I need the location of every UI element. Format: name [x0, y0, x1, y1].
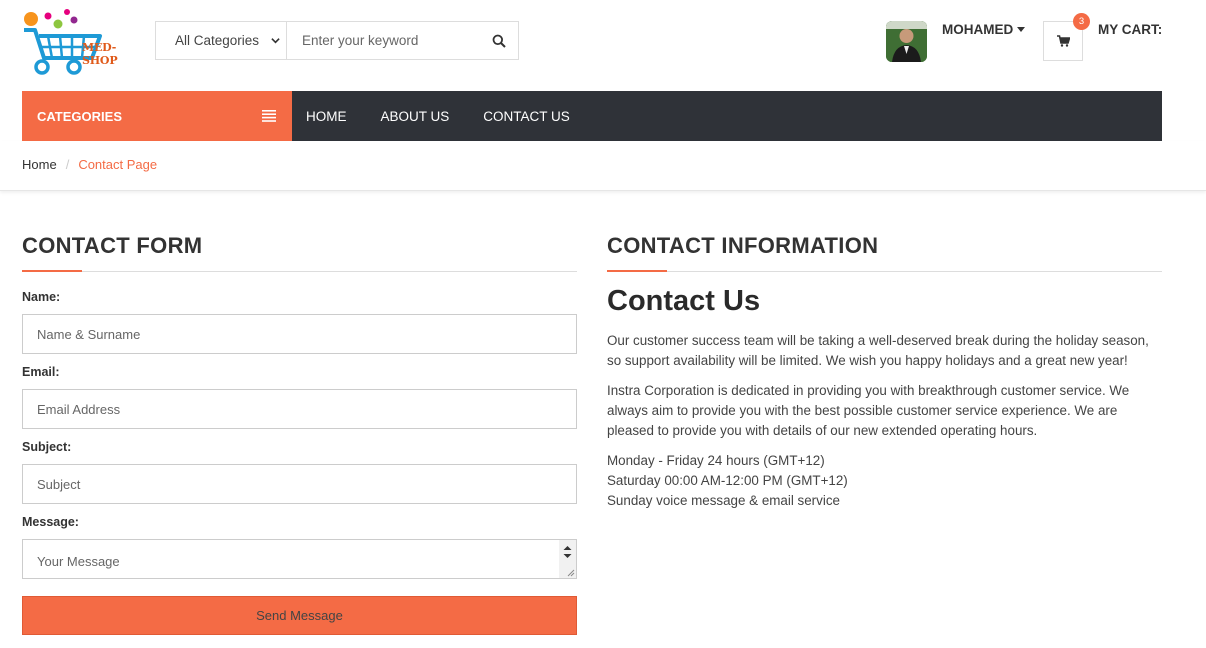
search-bar: All Categories — [155, 21, 519, 60]
chevron-down-icon — [271, 38, 280, 44]
category-select-value: All Categories — [175, 33, 260, 48]
my-cart-label[interactable]: MY CART: — [1098, 22, 1162, 37]
breadcrumb: Home / Contact Page — [22, 157, 157, 172]
nav-link-about[interactable]: ABOUT US — [381, 109, 450, 124]
message-label: Message: — [22, 515, 79, 529]
subject-field[interactable] — [22, 464, 577, 504]
user-name: MOHAMED — [942, 22, 1014, 37]
cart-count-badge: 3 — [1073, 13, 1090, 30]
site-logo[interactable]: MED-SHOP — [22, 8, 140, 78]
avatar-photo-icon — [886, 21, 927, 62]
hours-line: Sunday voice message & email service — [607, 493, 840, 508]
contact-us-heading: Contact Us — [607, 285, 761, 317]
info-paragraph: Instra Corporation is dedicated in provi… — [607, 383, 1130, 438]
name-field[interactable] — [22, 314, 577, 354]
breadcrumb-separator: / — [65, 157, 70, 172]
hours-line: Monday - Friday 24 hours (GMT+12) — [607, 453, 825, 468]
user-menu[interactable]: MOHAMED — [942, 22, 1026, 37]
contact-info-title: CONTACT INFORMATION — [607, 233, 879, 258]
operating-hours: Monday - Friday 24 hours (GMT+12) Saturd… — [607, 451, 1162, 511]
user-avatar[interactable] — [886, 21, 927, 62]
nav-links: HOME ABOUT US CONTACT US — [306, 91, 604, 141]
categories-menu[interactable]: CATEGORIES — [22, 91, 292, 141]
logo-text: MED-SHOP — [82, 41, 118, 67]
email-field[interactable] — [22, 389, 577, 429]
hours-line: Saturday 00:00 AM-12:00 PM (GMT+12) — [607, 473, 848, 488]
message-scrollbar[interactable] — [559, 540, 576, 578]
search-icon — [492, 34, 506, 48]
site-header: MED-SHOP All Categories MOHAMED — [0, 0, 1206, 91]
contact-info-section: CONTACT INFORMATION Contact Us Our custo… — [607, 233, 1162, 511]
send-message-button[interactable]: Send Message — [22, 596, 577, 635]
nav-link-contact[interactable]: CONTACT US — [483, 109, 570, 124]
main-nav: CATEGORIES HOME ABOUT US CONTACT US — [0, 91, 1206, 141]
search-button[interactable] — [479, 22, 518, 59]
scroll-arrows-icon — [563, 546, 575, 577]
contact-form-section: CONTACT FORM Name: Email: Subject: Messa… — [22, 233, 577, 635]
caret-down-icon — [1017, 27, 1026, 32]
contact-form-title: CONTACT FORM — [22, 233, 203, 258]
title-divider — [22, 270, 577, 272]
nav-link-home[interactable]: HOME — [306, 109, 347, 124]
categories-label: CATEGORIES — [37, 108, 122, 124]
name-label: Name: — [22, 290, 61, 304]
category-select[interactable]: All Categories — [156, 22, 288, 59]
breadcrumb-current: Contact Page — [78, 157, 158, 172]
email-label: Email: — [22, 365, 60, 379]
info-paragraph: Our customer success team will be taking… — [607, 333, 1149, 368]
subject-label: Subject: — [22, 440, 72, 454]
breadcrumb-home[interactable]: Home — [22, 157, 57, 172]
breadcrumb-bar: Home / Contact Page — [0, 141, 1206, 191]
menu-lines-icon — [262, 110, 276, 122]
message-field-wrapper — [22, 539, 577, 579]
title-divider — [607, 270, 1162, 272]
cart-icon — [1056, 35, 1070, 47]
message-field[interactable] — [23, 540, 576, 578]
search-input[interactable] — [287, 22, 480, 59]
